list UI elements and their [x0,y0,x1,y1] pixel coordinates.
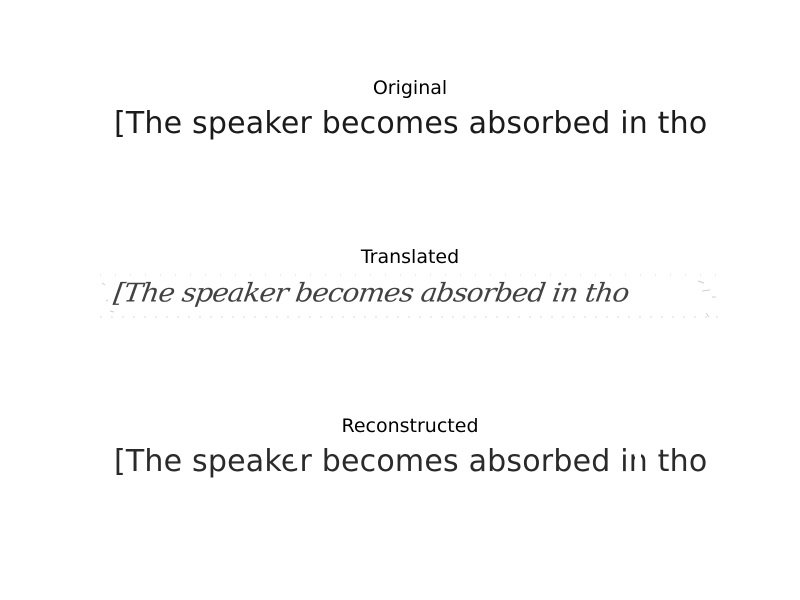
strip-text-translated: [The speaker becomes absorbed in tho [111,277,631,308]
panel-title-translated: Translated [360,246,460,268]
strip-text-reconstructed: [The speaker becomes absorbed in tho [114,444,708,479]
strip-text-original: [The speaker becomes absorbed in tho [114,106,708,141]
reconstruction-gap [293,442,299,468]
text-strip-original: [The speaker becomes absorbed in tho [100,98,720,154]
panel-title-reconstructed: Reconstructed [341,415,479,437]
reconstruction-gap [635,446,641,466]
text-strip-translated: [The speaker becomes absorbed in tho [100,267,720,323]
panel-title-original: Original [372,77,448,99]
text-strip-reconstructed: [The speaker becomes absorbed in tho [100,436,720,492]
